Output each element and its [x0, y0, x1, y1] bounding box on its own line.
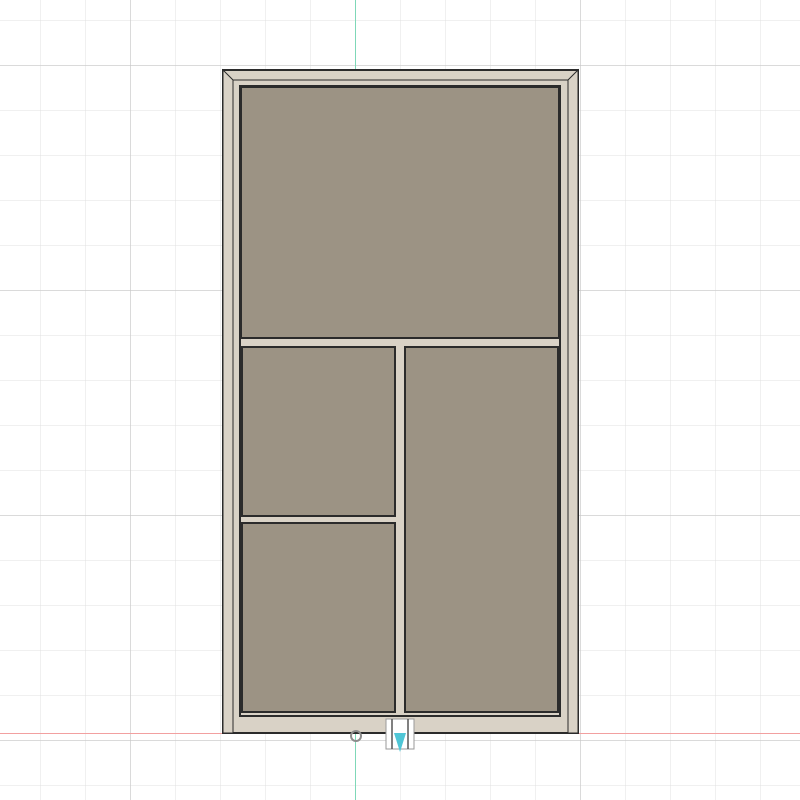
frame-bevel-left [222, 68, 234, 734]
cad-viewport[interactable] [0, 0, 800, 800]
top-panel[interactable] [240, 86, 560, 339]
cabinet-model[interactable] [0, 0, 800, 800]
middle-left-panel[interactable] [241, 346, 396, 517]
bottom-left-panel[interactable] [241, 522, 396, 713]
right-tall-panel[interactable] [404, 346, 559, 713]
frame-bevel-right [567, 68, 579, 734]
